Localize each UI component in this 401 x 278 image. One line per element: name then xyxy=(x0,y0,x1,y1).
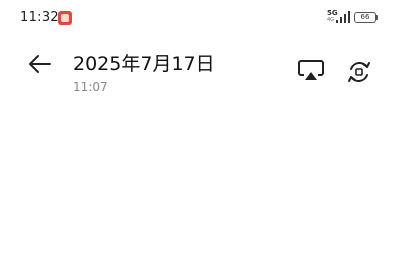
battery-level: 66 xyxy=(360,13,370,21)
cast-button[interactable] xyxy=(297,59,325,83)
status-time: 11:32 xyxy=(20,10,59,25)
rotate-icon xyxy=(346,59,372,85)
battery-icon: 66 xyxy=(354,12,376,23)
status-bar: 11:32 5G 4G 66 xyxy=(0,0,401,34)
signal-icon xyxy=(335,10,351,24)
page-title: 2025年7月17日 xyxy=(73,53,215,75)
back-arrow-icon xyxy=(24,50,56,78)
header: 2025年7月17日 11:07 xyxy=(0,40,401,100)
network-type-secondary: 4G xyxy=(327,17,335,23)
back-button[interactable] xyxy=(24,50,56,78)
page-subtitle: 11:07 xyxy=(73,80,108,94)
rotate-button[interactable] xyxy=(346,59,372,85)
cast-icon xyxy=(297,59,325,83)
battery-tip xyxy=(376,15,378,20)
app-notification-icon xyxy=(58,11,72,25)
